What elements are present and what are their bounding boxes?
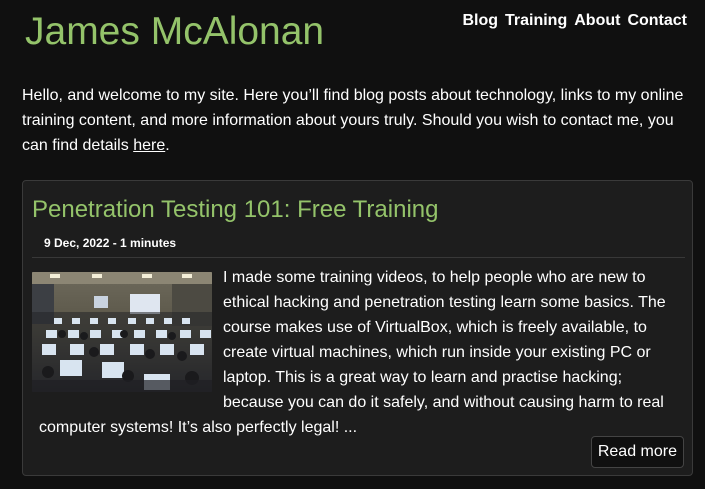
divider [32, 257, 685, 258]
read-more-button[interactable]: Read more [590, 436, 684, 468]
nav-link-blog[interactable]: Blog [462, 11, 498, 31]
intro-end: . [165, 137, 170, 154]
nav-link-about[interactable]: About [574, 11, 620, 31]
intro-text: Hello, and welcome to my site. Here you’… [22, 87, 684, 154]
main-nav: Blog Training About Contact [462, 11, 687, 31]
nav-link-contact[interactable]: Contact [627, 11, 687, 31]
post-thumbnail[interactable] [32, 272, 212, 392]
contact-details-link[interactable]: here [133, 137, 165, 154]
post-card: Penetration Testing 101: Free Training 9… [22, 180, 693, 476]
intro-paragraph: Hello, and welcome to my site. Here you’… [22, 83, 687, 158]
post-meta: 9 Dec, 2022 - 1 minutes [44, 236, 177, 250]
post-title[interactable]: Penetration Testing 101: Free Training [32, 195, 438, 225]
site-title[interactable]: James McAlonan [25, 8, 324, 56]
nav-link-training[interactable]: Training [505, 11, 567, 31]
